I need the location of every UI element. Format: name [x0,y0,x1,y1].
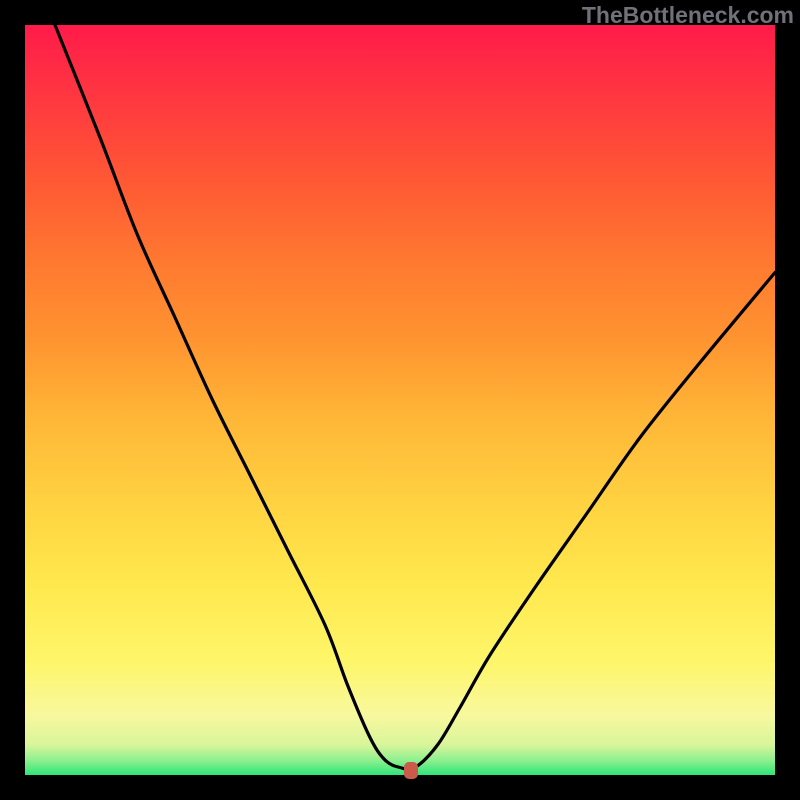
optimal-point-marker [404,762,418,779]
watermark-text: TheBottleneck.com [582,2,794,29]
bottleneck-curve [55,25,775,769]
chart-container: TheBottleneck.com [0,0,800,800]
chart-svg [25,25,775,775]
